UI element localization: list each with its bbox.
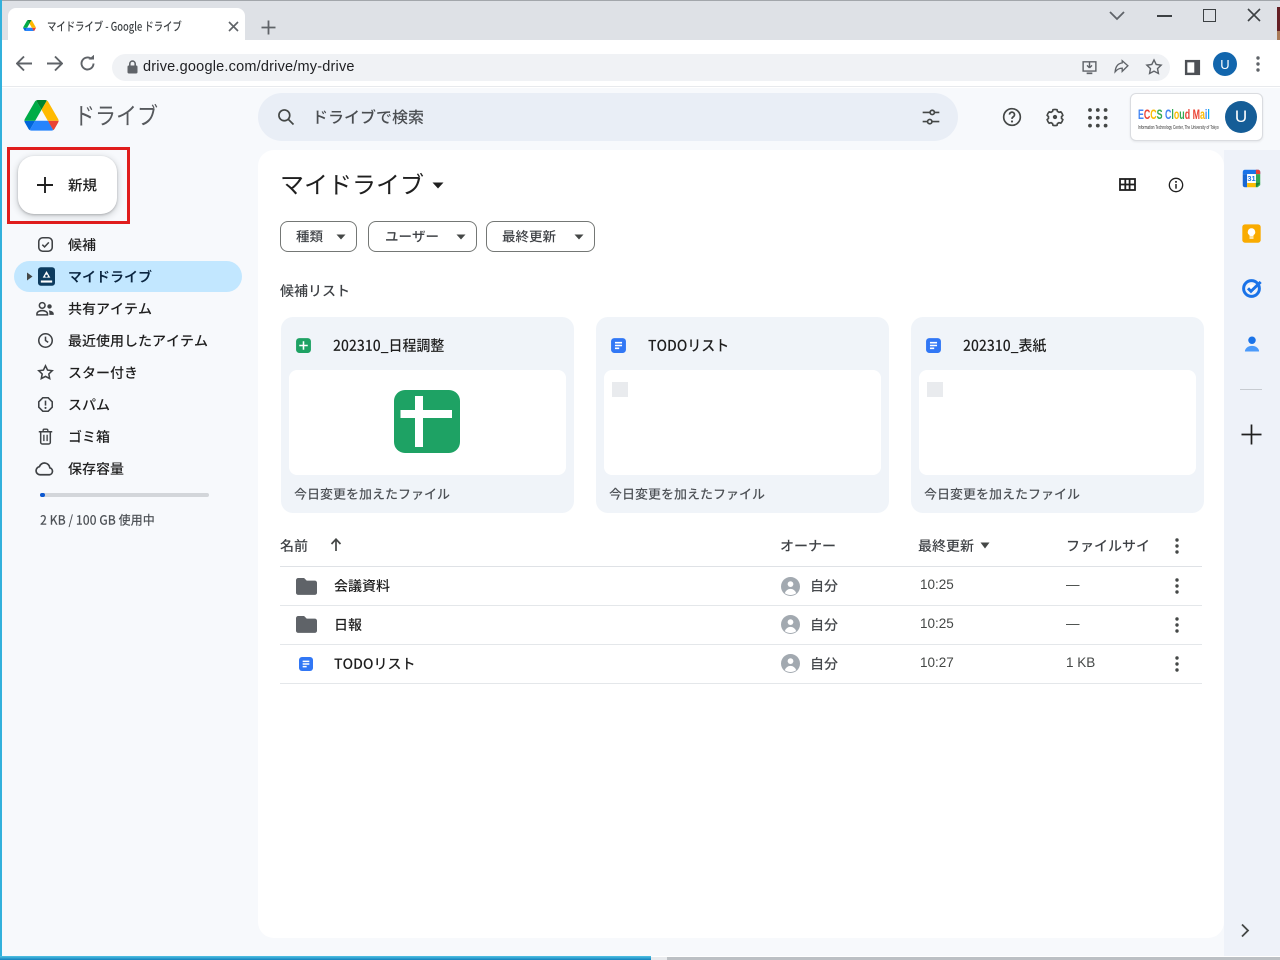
svg-text:31: 31 [1247, 174, 1255, 183]
